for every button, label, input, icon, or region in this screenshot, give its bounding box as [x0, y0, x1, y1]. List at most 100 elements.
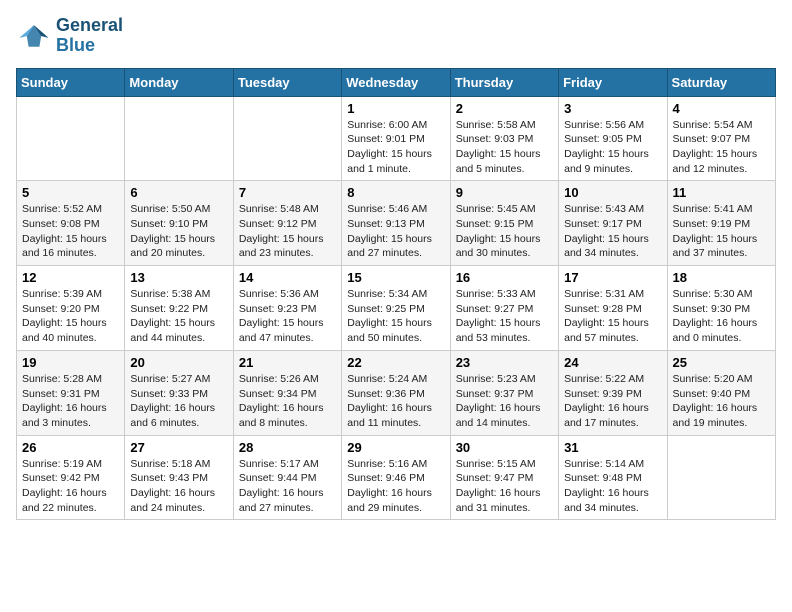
- day-number: 3: [564, 101, 661, 116]
- cell-content: Sunrise: 5:52 AM Sunset: 9:08 PM Dayligh…: [22, 202, 119, 261]
- day-number: 5: [22, 185, 119, 200]
- day-number: 16: [456, 270, 553, 285]
- day-number: 2: [456, 101, 553, 116]
- cell-content: Sunrise: 5:45 AM Sunset: 9:15 PM Dayligh…: [456, 202, 553, 261]
- day-number: 22: [347, 355, 444, 370]
- cell-content: Sunrise: 5:20 AM Sunset: 9:40 PM Dayligh…: [673, 372, 770, 431]
- cell-content: Sunrise: 5:30 AM Sunset: 9:30 PM Dayligh…: [673, 287, 770, 346]
- cell-content: Sunrise: 5:26 AM Sunset: 9:34 PM Dayligh…: [239, 372, 336, 431]
- calendar-cell: 22 Sunrise: 5:24 AM Sunset: 9:36 PM Dayli…: [342, 350, 450, 435]
- day-number: 19: [22, 355, 119, 370]
- cell-content: Sunrise: 5:19 AM Sunset: 9:42 PM Dayligh…: [22, 457, 119, 516]
- day-number: 4: [673, 101, 770, 116]
- calendar-cell: 9 Sunrise: 5:45 AM Sunset: 9:15 PM Daylig…: [450, 181, 558, 266]
- page-header: General Blue: [16, 16, 776, 56]
- calendar-cell: [233, 96, 341, 181]
- day-number: 28: [239, 440, 336, 455]
- cell-content: Sunrise: 5:56 AM Sunset: 9:05 PM Dayligh…: [564, 118, 661, 177]
- cell-content: Sunrise: 5:46 AM Sunset: 9:13 PM Dayligh…: [347, 202, 444, 261]
- day-number: 29: [347, 440, 444, 455]
- day-number: 8: [347, 185, 444, 200]
- day-number: 9: [456, 185, 553, 200]
- calendar-cell: 26 Sunrise: 5:19 AM Sunset: 9:42 PM Dayli…: [17, 435, 125, 520]
- calendar-cell: 25 Sunrise: 5:20 AM Sunset: 9:40 PM Dayli…: [667, 350, 775, 435]
- logo-text: General Blue: [56, 16, 123, 56]
- day-number: 7: [239, 185, 336, 200]
- calendar-week-row: 26 Sunrise: 5:19 AM Sunset: 9:42 PM Dayli…: [17, 435, 776, 520]
- day-number: 1: [347, 101, 444, 116]
- calendar-header-tuesday: Tuesday: [233, 68, 341, 96]
- calendar-cell: 31 Sunrise: 5:14 AM Sunset: 9:48 PM Dayli…: [559, 435, 667, 520]
- calendar-cell: 2 Sunrise: 5:58 AM Sunset: 9:03 PM Daylig…: [450, 96, 558, 181]
- cell-content: Sunrise: 5:24 AM Sunset: 9:36 PM Dayligh…: [347, 372, 444, 431]
- calendar-table: SundayMondayTuesdayWednesdayThursdayFrid…: [16, 68, 776, 521]
- calendar-cell: 4 Sunrise: 5:54 AM Sunset: 9:07 PM Daylig…: [667, 96, 775, 181]
- day-number: 18: [673, 270, 770, 285]
- calendar-header-sunday: Sunday: [17, 68, 125, 96]
- calendar-header-saturday: Saturday: [667, 68, 775, 96]
- calendar-week-row: 1 Sunrise: 6:00 AM Sunset: 9:01 PM Daylig…: [17, 96, 776, 181]
- calendar-cell: 11Sunrise: 5:41 AM Sunset: 9:19 PM Dayli…: [667, 181, 775, 266]
- cell-content: Sunrise: 5:15 AM Sunset: 9:47 PM Dayligh…: [456, 457, 553, 516]
- calendar-week-row: 12 Sunrise: 5:39 AM Sunset: 9:20 PM Dayli…: [17, 266, 776, 351]
- day-number: 23: [456, 355, 553, 370]
- day-number: 11: [673, 185, 770, 200]
- cell-content: Sunrise: 5:36 AM Sunset: 9:23 PM Dayligh…: [239, 287, 336, 346]
- cell-content: Sunrise: 5:58 AM Sunset: 9:03 PM Dayligh…: [456, 118, 553, 177]
- calendar-cell: 10Sunrise: 5:43 AM Sunset: 9:17 PM Dayli…: [559, 181, 667, 266]
- cell-content: Sunrise: 5:17 AM Sunset: 9:44 PM Dayligh…: [239, 457, 336, 516]
- day-number: 30: [456, 440, 553, 455]
- cell-content: Sunrise: 5:54 AM Sunset: 9:07 PM Dayligh…: [673, 118, 770, 177]
- calendar-cell: 8 Sunrise: 5:46 AM Sunset: 9:13 PM Daylig…: [342, 181, 450, 266]
- calendar-cell: [17, 96, 125, 181]
- cell-content: Sunrise: 6:00 AM Sunset: 9:01 PM Dayligh…: [347, 118, 444, 177]
- calendar-cell: 6 Sunrise: 5:50 AM Sunset: 9:10 PM Daylig…: [125, 181, 233, 266]
- calendar-cell: 15 Sunrise: 5:34 AM Sunset: 9:25 PM Dayli…: [342, 266, 450, 351]
- calendar-cell: [667, 435, 775, 520]
- cell-content: Sunrise: 5:16 AM Sunset: 9:46 PM Dayligh…: [347, 457, 444, 516]
- calendar-cell: 12 Sunrise: 5:39 AM Sunset: 9:20 PM Dayli…: [17, 266, 125, 351]
- calendar-cell: 7 Sunrise: 5:48 AM Sunset: 9:12 PM Daylig…: [233, 181, 341, 266]
- calendar-cell: 3 Sunrise: 5:56 AM Sunset: 9:05 PM Daylig…: [559, 96, 667, 181]
- cell-content: Sunrise: 5:27 AM Sunset: 9:33 PM Dayligh…: [130, 372, 227, 431]
- day-number: 15: [347, 270, 444, 285]
- cell-content: Sunrise: 5:23 AM Sunset: 9:37 PM Dayligh…: [456, 372, 553, 431]
- calendar-cell: 13 Sunrise: 5:38 AM Sunset: 9:22 PM Dayli…: [125, 266, 233, 351]
- calendar-cell: 29 Sunrise: 5:16 AM Sunset: 9:46 PM Dayli…: [342, 435, 450, 520]
- day-number: 13: [130, 270, 227, 285]
- calendar-cell: [125, 96, 233, 181]
- calendar-week-row: 19Sunrise: 5:28 AM Sunset: 9:31 PM Dayli…: [17, 350, 776, 435]
- calendar-cell: 17Sunrise: 5:31 AM Sunset: 9:28 PM Dayli…: [559, 266, 667, 351]
- cell-content: Sunrise: 5:14 AM Sunset: 9:48 PM Dayligh…: [564, 457, 661, 516]
- cell-content: Sunrise: 5:22 AM Sunset: 9:39 PM Dayligh…: [564, 372, 661, 431]
- calendar-cell: 27Sunrise: 5:18 AM Sunset: 9:43 PM Dayli…: [125, 435, 233, 520]
- day-number: 27: [130, 440, 227, 455]
- cell-content: Sunrise: 5:48 AM Sunset: 9:12 PM Dayligh…: [239, 202, 336, 261]
- day-number: 25: [673, 355, 770, 370]
- day-number: 21: [239, 355, 336, 370]
- calendar-cell: 23 Sunrise: 5:23 AM Sunset: 9:37 PM Dayli…: [450, 350, 558, 435]
- cell-content: Sunrise: 5:50 AM Sunset: 9:10 PM Dayligh…: [130, 202, 227, 261]
- day-number: 20: [130, 355, 227, 370]
- calendar-header-row: SundayMondayTuesdayWednesdayThursdayFrid…: [17, 68, 776, 96]
- day-number: 14: [239, 270, 336, 285]
- day-number: 26: [22, 440, 119, 455]
- calendar-cell: 28 Sunrise: 5:17 AM Sunset: 9:44 PM Dayli…: [233, 435, 341, 520]
- day-number: 31: [564, 440, 661, 455]
- calendar-cell: 1 Sunrise: 6:00 AM Sunset: 9:01 PM Daylig…: [342, 96, 450, 181]
- calendar-header-monday: Monday: [125, 68, 233, 96]
- logo: General Blue: [16, 16, 123, 56]
- calendar-cell: 5 Sunrise: 5:52 AM Sunset: 9:08 PM Daylig…: [17, 181, 125, 266]
- calendar-cell: 20 Sunrise: 5:27 AM Sunset: 9:33 PM Dayli…: [125, 350, 233, 435]
- cell-content: Sunrise: 5:39 AM Sunset: 9:20 PM Dayligh…: [22, 287, 119, 346]
- day-number: 6: [130, 185, 227, 200]
- day-number: 24: [564, 355, 661, 370]
- calendar-cell: 16Sunrise: 5:33 AM Sunset: 9:27 PM Dayli…: [450, 266, 558, 351]
- cell-content: Sunrise: 5:38 AM Sunset: 9:22 PM Dayligh…: [130, 287, 227, 346]
- calendar-cell: 14 Sunrise: 5:36 AM Sunset: 9:23 PM Dayli…: [233, 266, 341, 351]
- calendar-header-wednesday: Wednesday: [342, 68, 450, 96]
- cell-content: Sunrise: 5:34 AM Sunset: 9:25 PM Dayligh…: [347, 287, 444, 346]
- day-number: 10: [564, 185, 661, 200]
- logo-bird-icon: [16, 18, 52, 54]
- day-number: 12: [22, 270, 119, 285]
